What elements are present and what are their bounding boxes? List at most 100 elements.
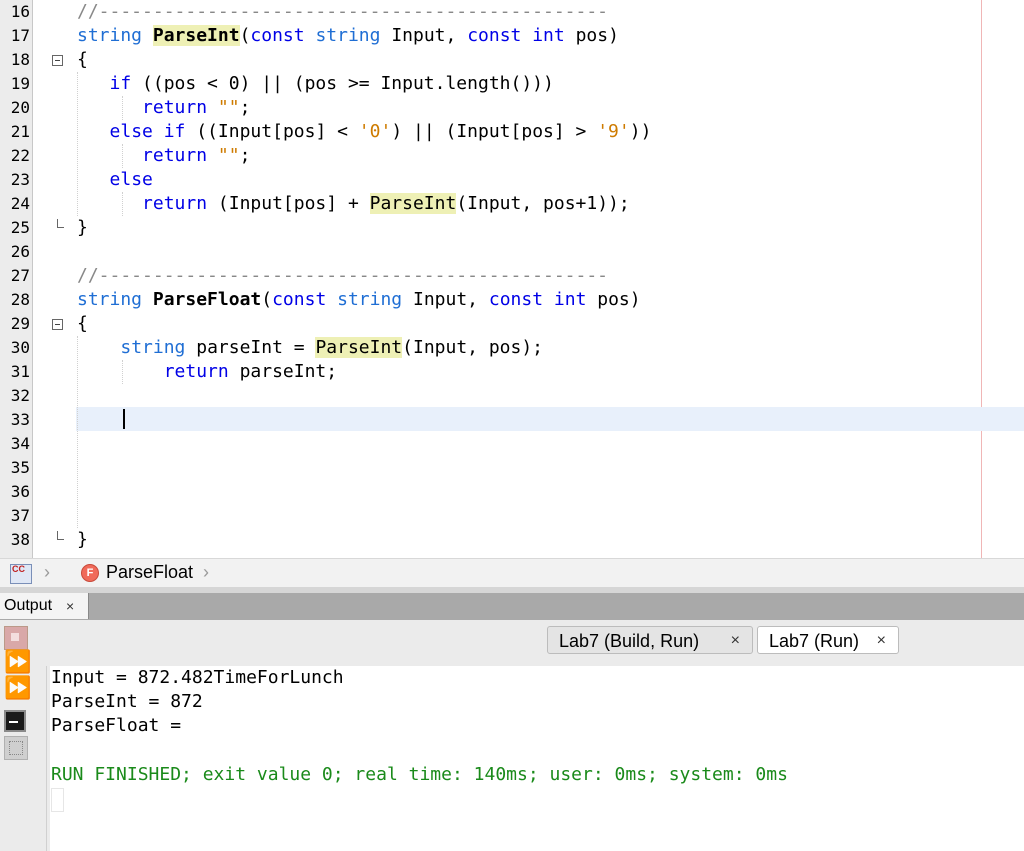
code-keyword: return [142,145,208,166]
code-keyword: else [109,169,153,190]
line-number: 34 [10,434,30,453]
function-icon: F [81,564,99,582]
line-number: 22 [10,146,30,165]
code-text: ) || (Input[pos] > [391,121,598,142]
code-keyword: return [163,361,229,382]
code-text: Input, [402,289,489,310]
output-panel: ⏩ ⏩ Lab7 (Build, Run) × Lab7 (Run) × Inp… [0,620,1024,851]
code-type: string [337,289,403,310]
code-line-38: } [77,529,88,550]
code-text: ( [261,289,273,310]
code-function-call: ParseInt [369,193,457,214]
line-number: 19 [10,74,30,93]
code-string: "" [217,97,240,118]
code-line-31: return parseInt; [77,360,337,384]
line-number: 36 [10,482,30,501]
code-text: ; [239,97,251,118]
tab-label: Lab7 (Build, Run) [559,631,700,651]
code-line-17: string ParseInt(const string Input, cons… [77,24,619,48]
console-input-field[interactable] [51,788,64,812]
tab-build-run[interactable]: Lab7 (Build, Run) × [547,626,753,654]
line-number: 21 [10,122,30,141]
fold-collapse-icon[interactable] [52,55,63,66]
code-text: ( [239,25,251,46]
code-comment: //--------------------------------------… [77,1,609,22]
rerun-icon[interactable]: ⏩ [4,678,31,700]
console-line: ParseFloat = [51,715,182,736]
code-line-21: else if ((Input[pos] < '0') || (Input[po… [77,120,652,144]
chevron-right-icon: › [203,562,209,582]
rerun-icon[interactable]: ⏩ [4,652,31,674]
code-line-20: return ""; [77,96,250,120]
code-line-25: } [77,217,88,238]
tab-label: Lab7 (Run) [769,631,860,651]
chevron-right-icon: › [44,562,50,582]
code-comment: //--------------------------------------… [77,265,609,286]
code-text: ; [239,145,251,166]
code-text: parseInt = [185,337,316,358]
fold-end-marker [57,531,64,540]
code-function-name: ParseFloat [152,289,262,310]
close-icon[interactable]: × [877,627,886,655]
code-keyword: const [488,289,544,310]
code-type: string [315,25,381,46]
code-line-29: { [77,313,88,334]
code-line-22: return ""; [77,144,250,168]
source-file-icon[interactable]: CC [10,564,32,584]
current-line-highlight [76,407,1024,431]
code-type: int [532,25,565,46]
line-number: 27 [10,266,30,285]
line-number: 17 [10,26,30,45]
line-number: 30 [10,338,30,357]
file-icon-text: CC [12,564,25,574]
breadcrumb-function[interactable]: ParseFloat [106,562,193,583]
line-number: 24 [10,194,30,213]
right-margin-guide [981,0,982,558]
output-tab-bar: Output × [0,593,1024,620]
code-line-19: if ((pos < 0) || (pos >= Input.length())… [77,72,554,96]
line-number: 32 [10,386,30,405]
code-text: Input, [380,25,468,46]
fold-collapse-icon[interactable] [52,319,63,330]
terminal-icon[interactable] [4,710,26,732]
code-text: ((pos < 0) || (pos >= Input.length())) [131,73,554,94]
line-number-gutter: 16 17 18 19 20 21 22 23 24 25 26 27 28 2… [0,0,33,558]
code-keyword: return [142,97,208,118]
close-icon[interactable]: × [66,593,74,619]
code-editor[interactable]: 16 17 18 19 20 21 22 23 24 25 26 27 28 2… [0,0,1024,558]
code-function-name: ParseInt [152,25,240,46]
code-keyword: return [142,193,208,214]
line-number: 29 [10,314,30,333]
run-status-line: RUN FINISHED; exit value 0; real time: 1… [51,764,788,785]
console-line: Input = 872.482TimeForLunch [51,667,344,688]
code-text: (Input, pos); [402,337,544,358]
code-keyword: if [109,73,132,94]
line-number: 37 [10,506,30,525]
console-line: ParseInt = 872 [51,691,203,712]
line-number: 31 [10,362,30,381]
close-icon[interactable]: × [731,627,740,655]
code-function-call: ParseInt [315,337,403,358]
line-number: 18 [10,50,30,69]
code-text: pos) [564,25,619,46]
tab-output[interactable]: Output × [0,593,89,619]
tab-run[interactable]: Lab7 (Run) × [757,626,899,654]
code-line-24: return (Input[pos] + ParseInt(Input, pos… [77,192,630,216]
code-type: string [77,289,143,310]
code-keyword: const [467,25,522,46]
text-caret [123,409,125,429]
code-keyword: const [272,289,327,310]
settings-icon[interactable] [4,736,28,760]
stop-icon[interactable] [4,626,28,650]
code-text: )) [629,121,652,142]
code-text: (Input[pos] + [207,193,370,214]
line-number: 38 [10,530,30,549]
tab-output-label: Output [4,597,53,614]
fold-end-marker [57,219,64,228]
console-output[interactable]: Input = 872.482TimeForLunch ParseInt = 8… [50,666,1024,851]
code-string: '0' [358,121,392,142]
code-type: string [77,25,143,46]
fold-margin [33,0,69,558]
code-string: '9' [597,121,630,142]
code-text: ((Input[pos] < [185,121,359,142]
